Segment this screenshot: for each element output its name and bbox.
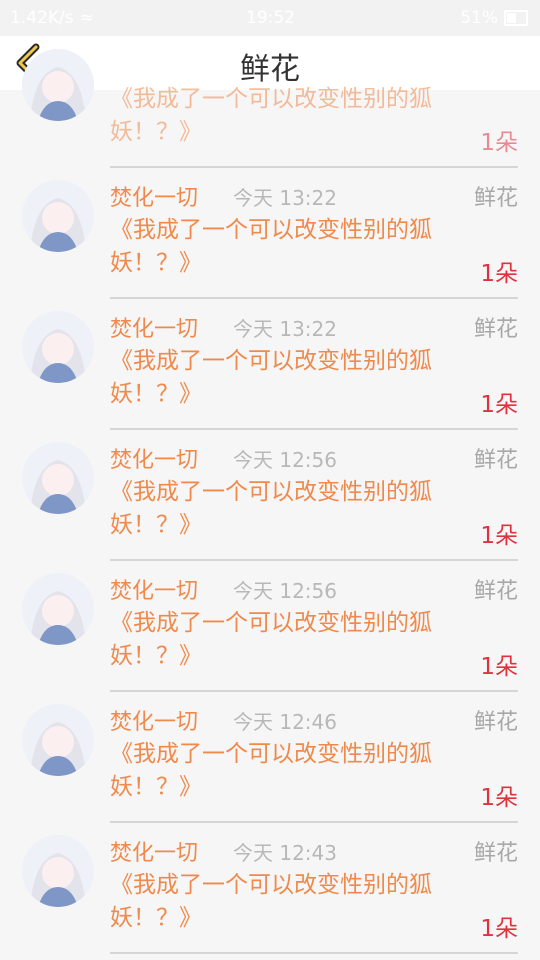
avatar-image-icon [22, 704, 94, 776]
flower-count: 1朵 [480, 916, 518, 942]
book-title: 《我成了一个可以改变性别的狐妖！？》 [110, 217, 432, 276]
avatar-image-icon [22, 311, 94, 383]
avatar[interactable] [22, 311, 94, 383]
user-name: 焚化一切 [110, 710, 199, 735]
user-name: 焚化一切 [110, 186, 199, 211]
timestamp: 今天 12:56 [233, 448, 337, 472]
list-item[interactable]: 焚化一切 今天 12:56 鲜花 《我成了一个可以改变性别的狐妖！？》 1朵 [0, 561, 540, 692]
book-title: 《我成了一个可以改变性别的狐妖！？》 [110, 348, 432, 407]
gift-type: 鲜花 [473, 841, 518, 866]
avatar[interactable] [22, 180, 94, 252]
list-item[interactable]: 焚化一切 今天 12:46 鲜花 《我成了一个可以改变性别的狐妖！？》 1朵 [0, 692, 540, 823]
book-title: 《我成了一个可以改变性别的狐妖！？》 [110, 86, 432, 145]
avatar[interactable] [22, 442, 94, 514]
wifi-icon: ≈ [79, 8, 94, 28]
avatar[interactable] [22, 835, 94, 907]
book-title: 《我成了一个可以改变性别的狐妖！？》 [110, 872, 432, 931]
avatar-image-icon [22, 442, 94, 514]
list-item[interactable]: 焚化一切 今天 12:56 鲜花 《我成了一个可以改变性别的狐妖！？》 1朵 [0, 430, 540, 561]
gift-type: 鲜花 [473, 448, 518, 473]
book-title: 《我成了一个可以改变性别的狐妖！？》 [110, 741, 432, 800]
list-item[interactable]: 焚化一切 今天 12:43 鲜花 《我成了一个可以改变性别的狐妖！？》 1朵 [0, 823, 540, 954]
timestamp: 今天 12:43 [233, 841, 337, 865]
avatar[interactable] [22, 573, 94, 645]
list-item[interactable]: 《我成了一个可以改变性别的狐妖！？》 1朵 [0, 37, 540, 168]
book-title: 《我成了一个可以改变性别的狐妖！？》 [110, 610, 432, 669]
avatar[interactable] [22, 704, 94, 776]
divider [110, 952, 518, 954]
avatar[interactable] [22, 49, 94, 121]
avatar-image-icon [22, 49, 94, 121]
status-left: 1.42K/s ≈ [10, 8, 94, 28]
battery-indicator: 51% [460, 8, 528, 28]
book-title: 《我成了一个可以改变性别的狐妖！？》 [110, 479, 432, 538]
status-time: 19:52 [246, 8, 295, 28]
user-name: 焚化一切 [110, 841, 199, 866]
avatar-image-icon [22, 180, 94, 252]
flower-count: 1朵 [480, 654, 518, 680]
flower-count: 1朵 [480, 392, 518, 418]
timestamp: 今天 12:56 [233, 579, 337, 603]
gift-type: 鲜花 [473, 317, 518, 342]
battery-text: 51% [460, 8, 498, 28]
user-name: 焚化一切 [110, 579, 199, 604]
gift-type: 鲜花 [473, 710, 518, 735]
avatar-image-icon [22, 573, 94, 645]
list-item[interactable]: 焚化一切 今天 13:22 鲜花 《我成了一个可以改变性别的狐妖！？》 1朵 [0, 299, 540, 430]
flower-count: 1朵 [480, 130, 518, 156]
flower-count: 1朵 [480, 785, 518, 811]
timestamp: 今天 12:46 [233, 710, 337, 734]
avatar-image-icon [22, 835, 94, 907]
user-name: 焚化一切 [110, 448, 199, 473]
timestamp: 今天 13:22 [233, 186, 337, 210]
flower-count: 1朵 [480, 523, 518, 549]
status-bar: 1.42K/s ≈ 19:52 51% [0, 0, 540, 36]
timestamp: 今天 13:22 [233, 317, 337, 341]
gift-type: 鲜花 [473, 186, 518, 211]
battery-icon [504, 10, 528, 26]
gift-type: 鲜花 [473, 579, 518, 604]
user-name: 焚化一切 [110, 317, 199, 342]
list-item[interactable]: 焚化一切 今天 13:22 鲜花 《我成了一个可以改变性别的狐妖！？》 1朵 [0, 168, 540, 299]
flower-count: 1朵 [480, 261, 518, 287]
speed-text: 1.42K/s [10, 8, 74, 28]
